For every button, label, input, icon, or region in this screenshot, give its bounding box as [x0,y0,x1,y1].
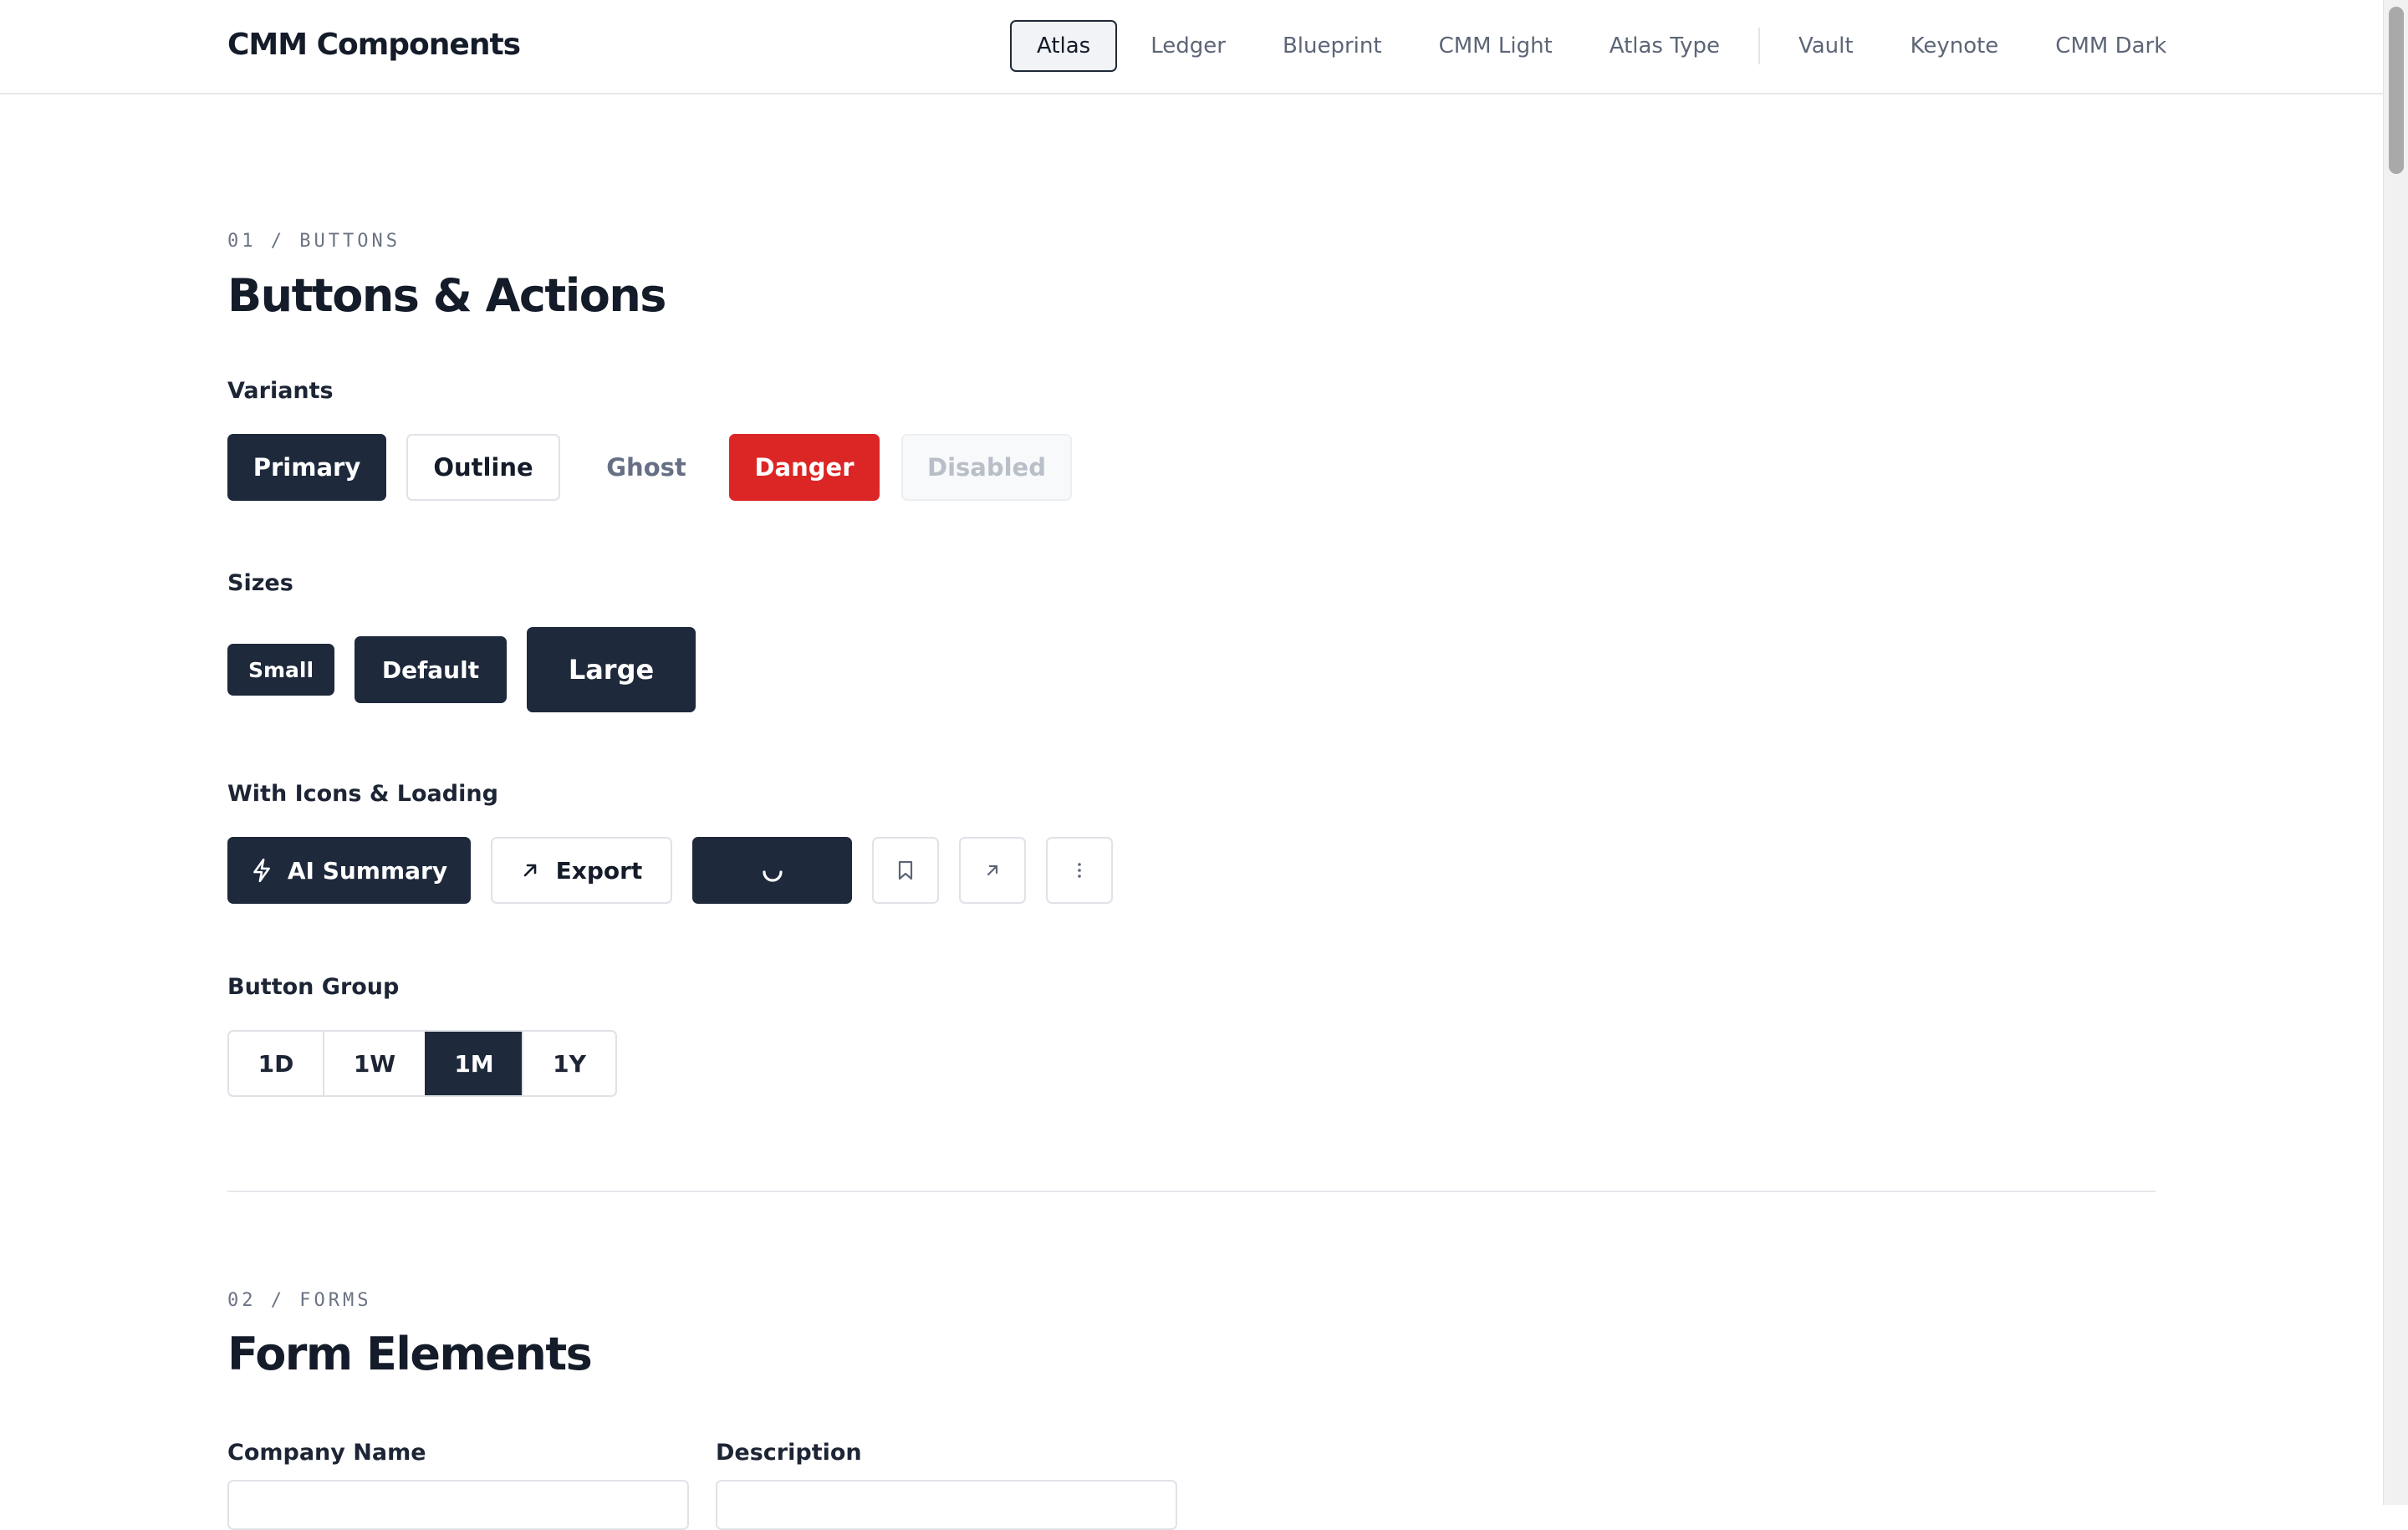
nav-item-blueprint[interactable]: Blueprint [1254,20,1411,72]
description-input[interactable] [716,1480,1177,1530]
button-group-heading: Button Group [227,974,400,1000]
more-options-icon-button[interactable] [1046,837,1113,904]
small-button[interactable]: Small [227,644,334,696]
theme-nav: Atlas Ledger Blueprint CMM Light Atlas T… [1010,20,2195,72]
danger-button[interactable]: Danger [729,434,880,501]
nav-item-atlas-type[interactable]: Atlas Type [1581,20,1748,72]
section-divider [227,1191,2155,1192]
primary-button[interactable]: Primary [227,434,386,501]
arrow-up-right-icon [523,864,536,877]
section-title-forms: Form Elements [227,1328,593,1380]
bookmark-icon-button[interactable] [872,837,939,904]
variants-heading: Variants [227,378,334,404]
scrollbar-thumb[interactable] [2389,7,2404,174]
icons-loading-row: AI Summary Export [227,837,1113,904]
sizes-heading: Sizes [227,570,293,596]
export-button[interactable]: Export [491,837,672,904]
brand-title: CMM Components [227,28,521,62]
nav-separator [1758,28,1760,64]
nav-item-keynote[interactable]: Keynote [1882,20,2028,72]
default-button[interactable]: Default [355,636,507,703]
spinner-icon [762,870,783,882]
disabled-button: Disabled [901,434,1072,501]
section-label-forms: 02 / FORMS [227,1290,372,1311]
nav-item-cmm-light[interactable]: CMM Light [1411,20,1581,72]
ghost-button[interactable]: Ghost [569,434,724,501]
section-title-buttons: Buttons & Actions [227,269,666,322]
company-name-input[interactable] [227,1480,689,1530]
company-name-label: Company Name [227,1440,426,1466]
variants-row: Primary Outline Ghost Danger Disabled [227,434,1072,501]
group-item-1d[interactable]: 1D [229,1032,323,1095]
large-button[interactable]: Large [527,627,696,712]
page-scrollbar[interactable] [2383,0,2408,1505]
arrow-up-right-icon [987,864,998,876]
group-item-1m[interactable]: 1M [425,1032,522,1095]
sizes-row: Small Default Large [227,627,696,712]
icons-loading-heading: With Icons & Loading [227,781,498,807]
group-item-1w[interactable]: 1W [323,1032,425,1095]
button-group-row: 1D 1W 1M 1Y [227,1030,617,1097]
nav-item-atlas[interactable]: Atlas [1010,20,1118,72]
time-range-button-group: 1D 1W 1M 1Y [227,1030,617,1097]
nav-item-ledger[interactable]: Ledger [1122,20,1254,72]
description-label: Description [716,1440,862,1466]
ai-summary-button[interactable]: AI Summary [227,837,471,904]
nav-item-vault[interactable]: Vault [1770,20,1882,72]
more-vertical-icon [1078,863,1081,878]
ai-summary-label: AI Summary [287,856,448,885]
group-item-1y[interactable]: 1Y [522,1032,615,1095]
external-link-icon-button[interactable] [959,837,1026,904]
bookmark-icon [898,860,913,880]
top-navigation-bar: CMM Components Atlas Ledger Blueprint CM… [0,0,2383,94]
outline-button[interactable]: Outline [406,434,560,501]
lightning-icon [253,858,270,883]
loading-button[interactable] [692,837,852,904]
export-label: Export [555,856,643,885]
section-label-buttons: 01 / BUTTONS [227,231,400,252]
nav-item-cmm-dark[interactable]: CMM Dark [2027,20,2195,72]
